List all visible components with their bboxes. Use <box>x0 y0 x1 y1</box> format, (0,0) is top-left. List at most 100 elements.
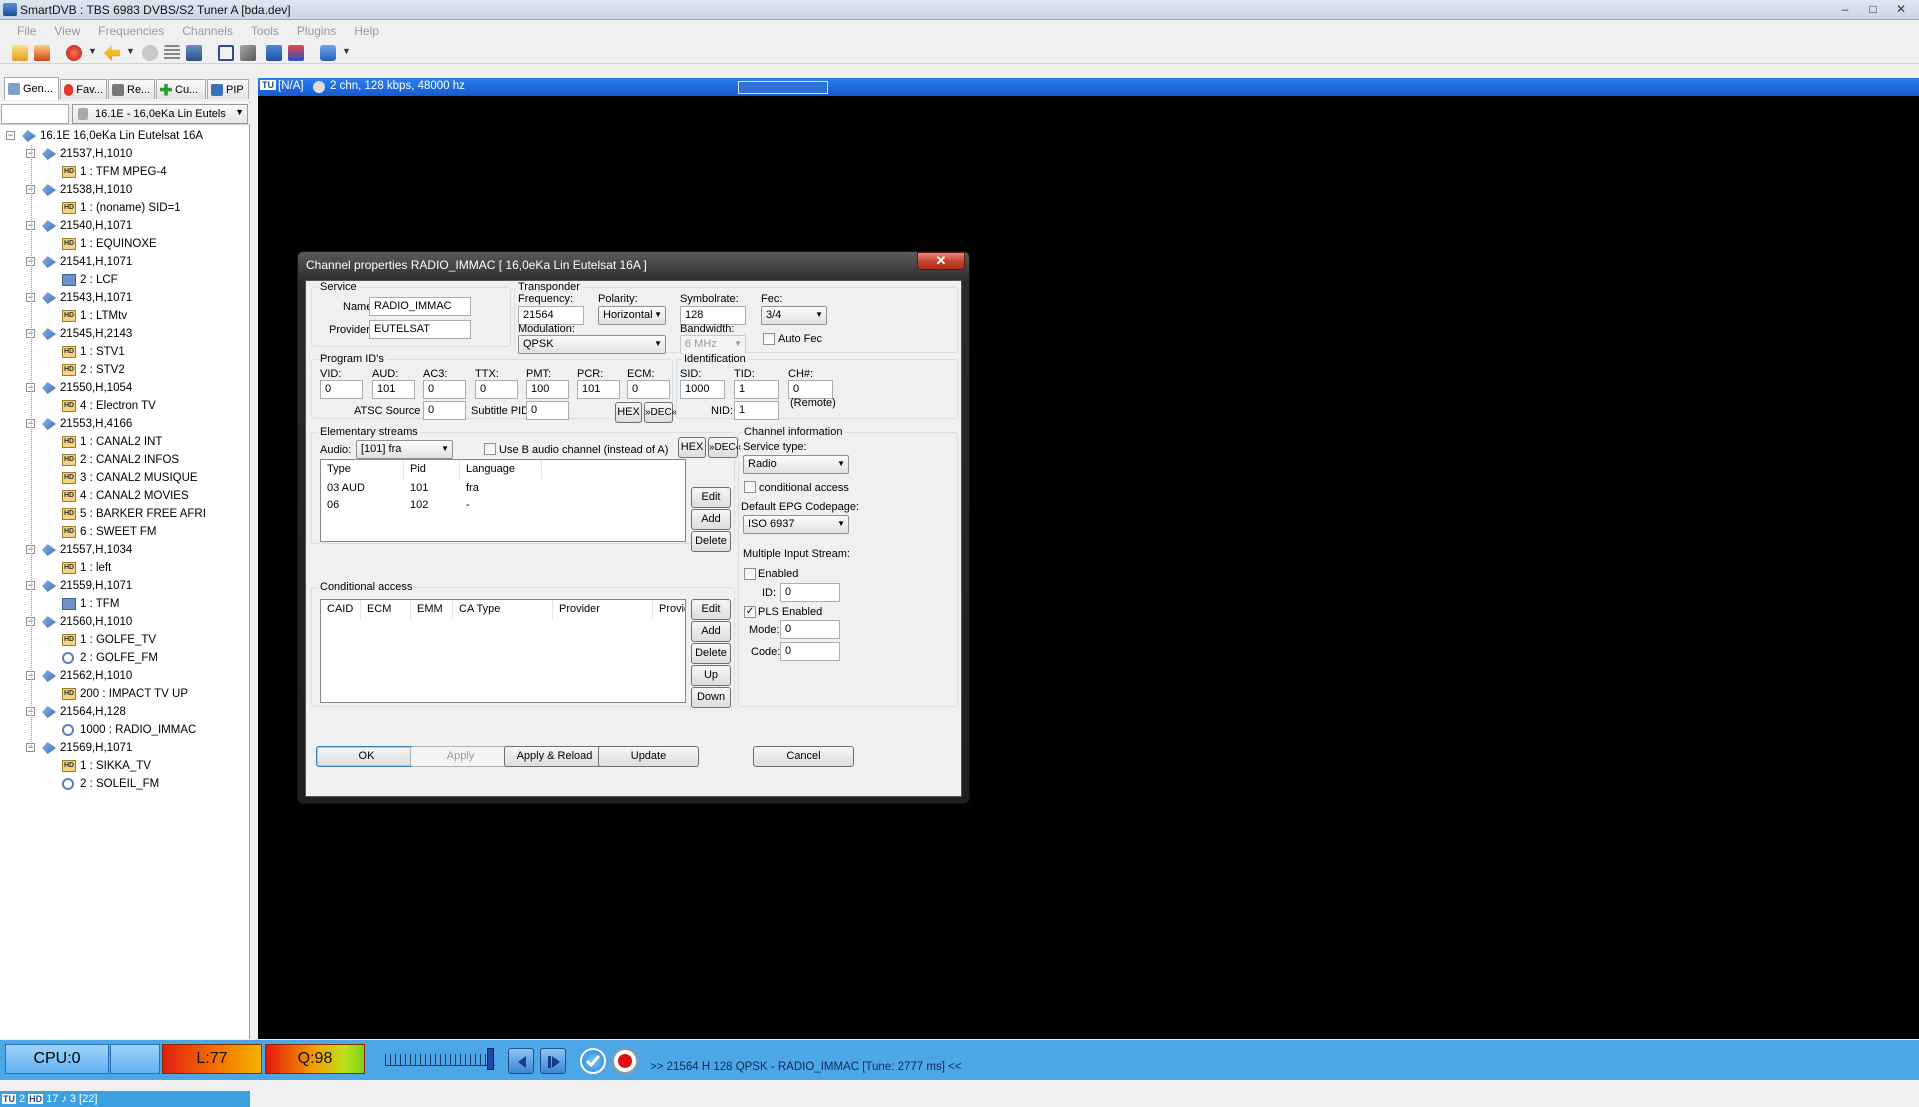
tree-transponder[interactable]: −21562,H,1010 <box>0 667 250 685</box>
provider-field[interactable]: EUTELSAT <box>369 320 471 339</box>
tab-custom[interactable]: Cu... <box>156 79 206 99</box>
atsc-field[interactable]: 0 <box>423 401 466 420</box>
mis-enabled-checkbox[interactable] <box>744 568 756 580</box>
tab-favorites[interactable]: Fav... <box>60 79 107 99</box>
table-row[interactable]: 06 102 - <box>321 496 685 514</box>
column-language[interactable]: Language <box>460 460 542 479</box>
close-window-button[interactable]: ✕ <box>1887 0 1915 18</box>
column-provider-2[interactable]: Provider <box>653 600 685 619</box>
column-type[interactable]: Type <box>321 460 404 479</box>
use-b-audio-checkbox[interactable] <box>484 443 496 455</box>
tree-channel[interactable]: HD 2 : CANAL2 INFOS <box>0 451 250 469</box>
menu-frequencies[interactable]: Frequencies <box>89 21 173 41</box>
collapse-icon[interactable]: − <box>6 131 15 140</box>
tree-transponder[interactable]: −21557,H,1034 <box>0 541 250 559</box>
column-caid[interactable]: CAID <box>321 600 361 619</box>
tid-field[interactable]: 1 <box>734 380 779 399</box>
record-dropdown-icon[interactable]: ▼ <box>88 46 97 56</box>
column-ca-type[interactable]: CA Type <box>453 600 553 619</box>
tab-pip[interactable]: PIP <box>207 79 249 99</box>
tree-channel[interactable]: HD 1 : LTMtv <box>0 307 250 325</box>
pip-icon[interactable] <box>288 45 304 61</box>
vid-field[interactable]: 0 <box>320 380 363 399</box>
tree-channel[interactable]: 2 : SOLEIL_FM <box>0 775 250 793</box>
ac3-field[interactable]: 0 <box>423 380 466 399</box>
menu-channels[interactable]: Channels <box>173 21 242 41</box>
volume-slider[interactable] <box>385 1048 495 1072</box>
tree-transponder[interactable]: −21545,H,2143 <box>0 325 250 343</box>
tree-channel[interactable]: HD 1 : SIKKA_TV <box>0 757 250 775</box>
auto-fec-checkbox[interactable] <box>763 333 775 345</box>
column-provider[interactable]: Provider <box>553 600 653 619</box>
tree-channel[interactable]: 2 : LCF <box>0 271 250 289</box>
tree-channel[interactable]: HD 1 : EQUINOXE <box>0 235 250 253</box>
stream-add-button[interactable]: Add <box>691 509 731 530</box>
fullscreen-icon[interactable] <box>218 45 234 61</box>
menu-plugins[interactable]: Plugins <box>288 21 345 41</box>
stream-edit-button[interactable]: Edit <box>691 487 731 508</box>
ok-button[interactable]: OK <box>316 746 417 767</box>
dec-button[interactable]: »DEC« <box>644 402 677 423</box>
tree-channel[interactable]: HD 4 : Electron TV <box>0 397 250 415</box>
tree-channel[interactable]: HD 1 : STV1 <box>0 343 250 361</box>
menu-tools[interactable]: Tools <box>242 21 288 41</box>
tree-transponder[interactable]: −21537,H,1010 <box>0 145 250 163</box>
tree-channel[interactable]: HD 4 : CANAL2 MOVIES <box>0 487 250 505</box>
ca-up-button[interactable]: Up <box>691 665 731 686</box>
screenshot-icon[interactable] <box>186 45 202 61</box>
record-button-icon[interactable] <box>612 1048 638 1074</box>
table-row[interactable]: 03 AUD 101 fra <box>321 479 685 497</box>
device-icon[interactable] <box>320 45 336 61</box>
volume-thumb[interactable] <box>487 1048 494 1070</box>
stream-hex-button[interactable]: HEX <box>678 437 706 458</box>
subtitle-pid-field[interactable]: 0 <box>526 401 569 420</box>
aud-field[interactable]: 101 <box>372 380 415 399</box>
maximize-button[interactable]: □ <box>1859 0 1887 18</box>
window-icon[interactable] <box>266 45 282 61</box>
filter-box[interactable] <box>1 104 69 124</box>
pmt-field[interactable]: 100 <box>526 380 569 399</box>
stream-dec-button[interactable]: »DEC« <box>708 437 741 458</box>
bandwidth-select[interactable]: 6 MHz ▼ <box>680 335 746 354</box>
tree-transponder[interactable]: −21560,H,1010 <box>0 613 250 631</box>
next-channel-icon[interactable] <box>540 1048 566 1074</box>
stream-delete-button[interactable]: Delete <box>691 531 731 552</box>
device-dropdown-icon[interactable]: ▼ <box>342 46 351 56</box>
checkmark-icon[interactable] <box>580 1048 606 1074</box>
tree-channel[interactable]: HD 1 : left <box>0 559 250 577</box>
tree-transponder[interactable]: −21541,H,1071 <box>0 253 250 271</box>
tree-transponder[interactable]: −21564,H,128 <box>0 703 250 721</box>
tree-channel[interactable]: HD 1 : (noname) SID=1 <box>0 199 250 217</box>
open-folder-icon[interactable] <box>12 45 28 61</box>
tree-channel[interactable]: 1 : TFM <box>0 595 250 613</box>
tab-general[interactable]: Gen... <box>4 77 59 100</box>
apply-button[interactable]: Apply <box>410 746 511 767</box>
pls-mode-field[interactable]: 0 <box>780 620 840 639</box>
menu-file[interactable]: File <box>8 21 45 41</box>
satellite-select[interactable]: 16.1E - 16,0eKa Lin Eutels ▼ <box>72 104 248 124</box>
pls-code-field[interactable]: 0 <box>780 642 840 661</box>
folder-delete-icon[interactable] <box>34 45 50 61</box>
update-button[interactable]: Update <box>598 746 699 767</box>
service-type-select[interactable]: Radio ▼ <box>743 455 849 474</box>
tree-channel[interactable]: HD 6 : SWEET FM <box>0 523 250 541</box>
audio-select[interactable]: [101] fra ▼ <box>356 440 453 459</box>
tree-channel[interactable]: 1000 : RADIO_IMMAC <box>0 721 250 739</box>
sid-field[interactable]: 1000 <box>680 380 725 399</box>
fec-select[interactable]: 3/4 ▼ <box>761 306 827 325</box>
ttx-field[interactable]: 0 <box>475 380 518 399</box>
tree-channel[interactable]: 2 : GOLFE_FM <box>0 649 250 667</box>
mis-id-field[interactable]: 0 <box>780 583 840 602</box>
tree-transponder[interactable]: −21543,H,1071 <box>0 289 250 307</box>
polarity-select[interactable]: Horizontal ▼ <box>598 306 666 325</box>
conditional-access-checkbox[interactable] <box>744 481 756 493</box>
epg-codepage-select[interactable]: ISO 6937 ▼ <box>743 515 849 534</box>
tree-channel[interactable]: HD 3 : CANAL2 MUSIQUE <box>0 469 250 487</box>
name-field[interactable]: RADIO_IMMAC <box>369 297 471 316</box>
menu-view[interactable]: View <box>45 21 89 41</box>
tree-channel[interactable]: HD 5 : BARKER FREE AFRI <box>0 505 250 523</box>
tree-transponder[interactable]: −21538,H,1010 <box>0 181 250 199</box>
back-dropdown-icon[interactable]: ▼ <box>126 46 135 56</box>
prev-channel-icon[interactable] <box>508 1048 534 1074</box>
record-icon[interactable] <box>66 45 82 61</box>
